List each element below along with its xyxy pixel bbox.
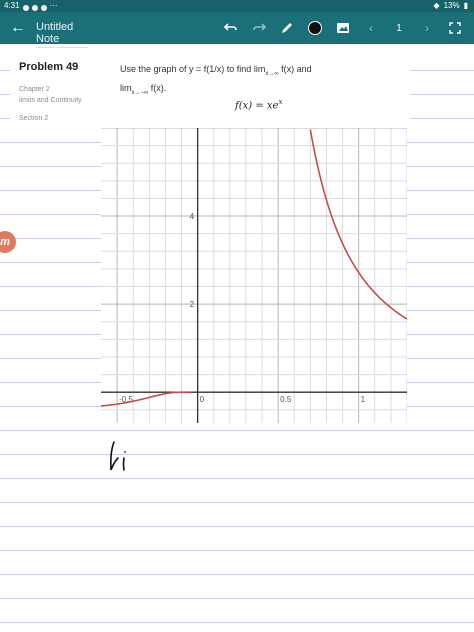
app-bar: ← Untitled Note ‹ 1 › <box>0 12 474 48</box>
status-bar: 4:31 ··· ◆ 13% ▮ <box>0 0 474 12</box>
more-notifications-icon: ··· <box>49 1 58 10</box>
y-tick-label: 4 <box>190 212 195 221</box>
prev-page-icon[interactable]: ‹ <box>362 18 380 38</box>
question-text-3: lim <box>120 82 132 93</box>
back-arrow-icon[interactable]: ← <box>8 18 28 38</box>
problem-title: Problem 49 <box>19 61 79 73</box>
function-graph: -0.5 0 0.5 124 <box>101 128 407 423</box>
status-time: 4:31 <box>4 1 20 10</box>
topic-label: limits and Continuity <box>19 97 82 104</box>
toolbar: ‹ 1 › <box>222 18 464 38</box>
image-icon[interactable] <box>334 18 352 38</box>
expand-icon[interactable] <box>446 18 464 38</box>
color-dot <box>308 21 322 35</box>
limit-subscript: x→−∞ <box>131 89 149 96</box>
chapter-label: Chapter 2 <box>19 86 50 93</box>
x-tick-label: 0.5 <box>280 395 292 404</box>
redo-icon[interactable] <box>250 18 268 38</box>
page-number: 1 <box>396 22 402 34</box>
wifi-icon: ◆ <box>433 1 440 10</box>
problem-card: Problem 49 Chapter 2 limits and Continui… <box>10 56 410 128</box>
limit-subscript: x→∞ <box>265 70 279 77</box>
formula-text: f(x) = xe <box>235 100 279 112</box>
handwritten-ink: li <box>110 441 126 471</box>
undo-icon[interactable] <box>222 18 240 38</box>
y-tick-label: 2 <box>190 300 195 309</box>
question-text-1: Use the graph of y = f(1/x) to find lim <box>120 64 266 74</box>
next-page-icon[interactable]: › <box>418 18 436 38</box>
section-label: Section 2 <box>19 115 49 122</box>
formula-exponent: x <box>278 98 283 106</box>
x-tick-label: 0 <box>200 395 205 404</box>
battery-icon: ▮ <box>463 1 468 10</box>
notification-icon <box>31 4 38 11</box>
problem-question: Use the graph of y = f(1/x) to find limx… <box>120 62 400 100</box>
question-text-2: f(x) and <box>281 64 312 74</box>
notification-icon <box>22 4 29 11</box>
question-text-4: f(x). <box>150 82 167 93</box>
color-swatch[interactable] <box>306 18 324 38</box>
battery-level: 13% <box>443 1 460 10</box>
function-formula: f(x) = xex <box>235 98 282 111</box>
pen-icon[interactable] <box>278 18 296 38</box>
x-tick-label: 1 <box>361 395 366 404</box>
notification-icon <box>40 4 47 11</box>
